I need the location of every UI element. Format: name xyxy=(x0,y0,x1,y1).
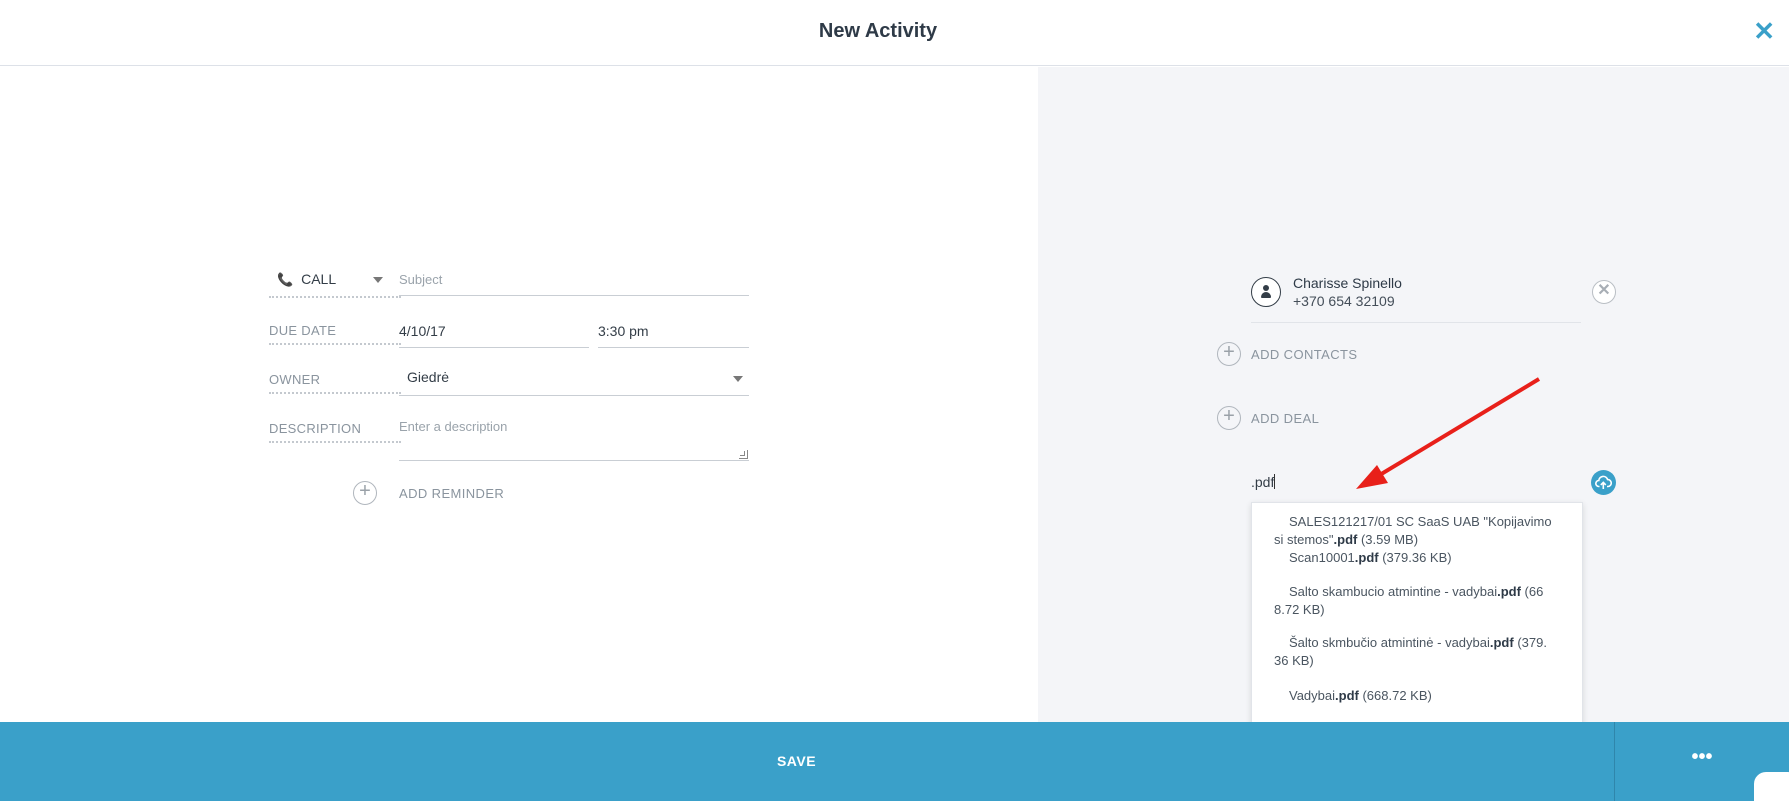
subject-placeholder: Subject xyxy=(399,272,443,287)
activity-type-label: CALL xyxy=(301,271,337,287)
file-search-value: .pdf xyxy=(1251,474,1275,490)
contact-phone: +370 654 32109 xyxy=(1293,293,1395,309)
modal-header: New Activity ✕ xyxy=(0,0,1789,66)
add-contacts-icon[interactable]: + xyxy=(1217,342,1241,366)
file-result-match: .pdf xyxy=(1335,688,1359,703)
file-result-size: (668.72 KB) xyxy=(1358,688,1432,703)
close-icon[interactable]: ✕ xyxy=(1753,18,1775,44)
owner-select[interactable]: Giedrė xyxy=(399,369,749,396)
owner-value: Giedrė xyxy=(407,369,450,385)
chevron-down-icon xyxy=(373,277,383,283)
due-time-input[interactable]: 3:30 pm xyxy=(598,323,749,348)
avatar xyxy=(1251,277,1281,307)
description-textarea[interactable]: Enter a description xyxy=(399,419,749,461)
file-result-item[interactable]: Salto skambucio atmintine - vadybai.pdf … xyxy=(1252,583,1582,619)
add-contacts-link[interactable]: ADD CONTACTS xyxy=(1251,347,1357,362)
file-result-match: .pdf xyxy=(1489,635,1514,650)
file-result-match: .pdf xyxy=(1497,584,1521,599)
text-cursor xyxy=(1274,474,1276,489)
description-placeholder: Enter a description xyxy=(399,419,508,434)
file-result-name: Salto skambucio atmintine - vadybai xyxy=(1289,584,1498,599)
file-result-size: (3.59 MB) xyxy=(1357,532,1419,547)
contact-name: Charisse Spinello xyxy=(1293,275,1402,291)
file-result-item[interactable]: Scan10001.pdf (379.36 KB) xyxy=(1252,549,1582,567)
resize-handle-icon[interactable] xyxy=(739,450,748,459)
save-button[interactable]: SAVE xyxy=(0,722,1593,801)
phone-icon: 📞 xyxy=(277,272,294,287)
description-label: DESCRIPTION xyxy=(269,421,401,443)
file-result-match: .pdf xyxy=(1333,532,1358,547)
file-result-item[interactable]: Šalto skmbučio atmintinė - vadybai.pdf (… xyxy=(1252,634,1582,670)
activity-type-select[interactable]: 📞 CALL xyxy=(269,271,401,298)
file-search-input[interactable]: .pdf xyxy=(1251,474,1581,500)
add-reminder-link[interactable]: ADD REMINDER xyxy=(399,486,504,501)
chevron-down-icon xyxy=(733,376,743,382)
file-result-item[interactable]: SALES121217/01 SC SaaS UAB "Kopijavimo s… xyxy=(1252,513,1582,549)
page-title: New Activity xyxy=(818,20,938,42)
footer-bar: SAVE ••• xyxy=(0,722,1789,801)
file-result-name: Scan10001 xyxy=(1289,550,1355,565)
file-result-item[interactable]: Vadybai.pdf (668.72 KB) xyxy=(1252,687,1582,705)
contact-card[interactable]: Charisse Spinello +370 654 32109 xyxy=(1251,271,1581,323)
due-date-label: DUE DATE xyxy=(269,323,401,345)
cloud-upload-icon[interactable] xyxy=(1591,470,1616,495)
owner-label: OWNER xyxy=(269,372,401,394)
file-result-name: Vadybai xyxy=(1289,688,1336,703)
remove-contact-icon[interactable]: ✕ xyxy=(1592,280,1616,304)
due-date-input[interactable]: 4/10/17 xyxy=(399,323,589,348)
file-result-match: .pdf xyxy=(1354,550,1379,565)
add-deal-icon[interactable]: + xyxy=(1217,406,1241,430)
add-reminder-icon[interactable]: + xyxy=(353,481,377,505)
chat-widget-icon[interactable] xyxy=(1752,770,1789,801)
subject-input[interactable]: Subject xyxy=(399,271,749,296)
file-result-size: (379.36 KB) xyxy=(1378,550,1452,565)
file-result-name: Šalto skmbučio atmintinė - vadybai xyxy=(1289,635,1490,650)
add-deal-link[interactable]: ADD DEAL xyxy=(1251,411,1319,426)
